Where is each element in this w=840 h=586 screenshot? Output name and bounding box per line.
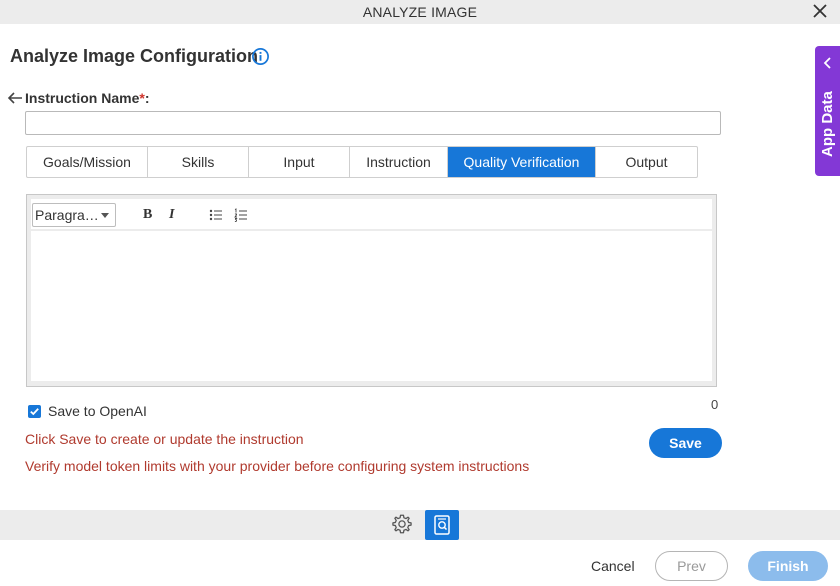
chevron-left-icon (823, 57, 831, 69)
info-icon[interactable] (251, 47, 270, 66)
tab-quality-verification[interactable]: Quality Verification (448, 147, 596, 177)
app-data-label: App Data (819, 91, 836, 157)
close-icon[interactable] (810, 1, 830, 21)
tab-input[interactable]: Input (249, 147, 350, 177)
editor-toolbar: Paragra… B I (31, 199, 712, 229)
finish-button[interactable]: Finish (748, 551, 828, 581)
save-to-openai-option: Save to OpenAI (28, 403, 147, 419)
prev-button[interactable]: Prev (655, 551, 728, 581)
cancel-button[interactable]: Cancel (591, 558, 635, 574)
title-bar: ANALYZE IMAGE (0, 0, 840, 24)
image-preview-button[interactable] (425, 510, 459, 540)
checkmark-icon (30, 407, 39, 415)
window-title: ANALYZE IMAGE (362, 4, 478, 20)
tab-goals-mission[interactable]: Goals/Mission (27, 147, 148, 177)
page-title: Analyze Image Configuration (10, 46, 259, 66)
character-counter: 0 (711, 397, 719, 412)
token-warning-text: Verify model token limits with your prov… (25, 458, 530, 474)
label-colon: : (144, 90, 150, 106)
bold-button[interactable]: B (143, 207, 152, 223)
save-button[interactable]: Save (649, 428, 722, 458)
numbered-list-icon[interactable] (234, 207, 248, 223)
bullet-list-icon[interactable] (209, 207, 223, 223)
back-arrow-icon[interactable] (7, 91, 23, 105)
paragraph-format-value: Paragra… (35, 207, 99, 223)
footer-toolbar (0, 510, 840, 540)
instruction-name-label: Instruction Name*: (25, 90, 149, 106)
save-hint-text: Click Save to create or update the instr… (25, 431, 304, 447)
gear-icon[interactable] (391, 513, 413, 535)
instruction-name-label-text: Instruction Name (25, 90, 140, 106)
editor-content-area[interactable] (31, 231, 712, 381)
image-preview-icon (434, 515, 450, 535)
italic-button[interactable]: I (169, 207, 174, 223)
tab-skills[interactable]: Skills (148, 147, 249, 177)
paragraph-format-select[interactable]: Paragra… (32, 203, 116, 227)
rich-text-editor: Paragra… B I (26, 194, 717, 387)
save-to-openai-checkbox[interactable] (28, 404, 41, 418)
app-data-panel-toggle[interactable]: App Data (815, 46, 840, 176)
tab-output[interactable]: Output (596, 147, 697, 177)
tab-bar: Goals/Mission Skills Input Instruction Q… (26, 146, 698, 178)
save-to-openai-label: Save to OpenAI (48, 403, 147, 419)
tab-instruction[interactable]: Instruction (350, 147, 448, 177)
chevron-down-icon (101, 213, 109, 218)
instruction-name-input[interactable] (25, 111, 721, 135)
